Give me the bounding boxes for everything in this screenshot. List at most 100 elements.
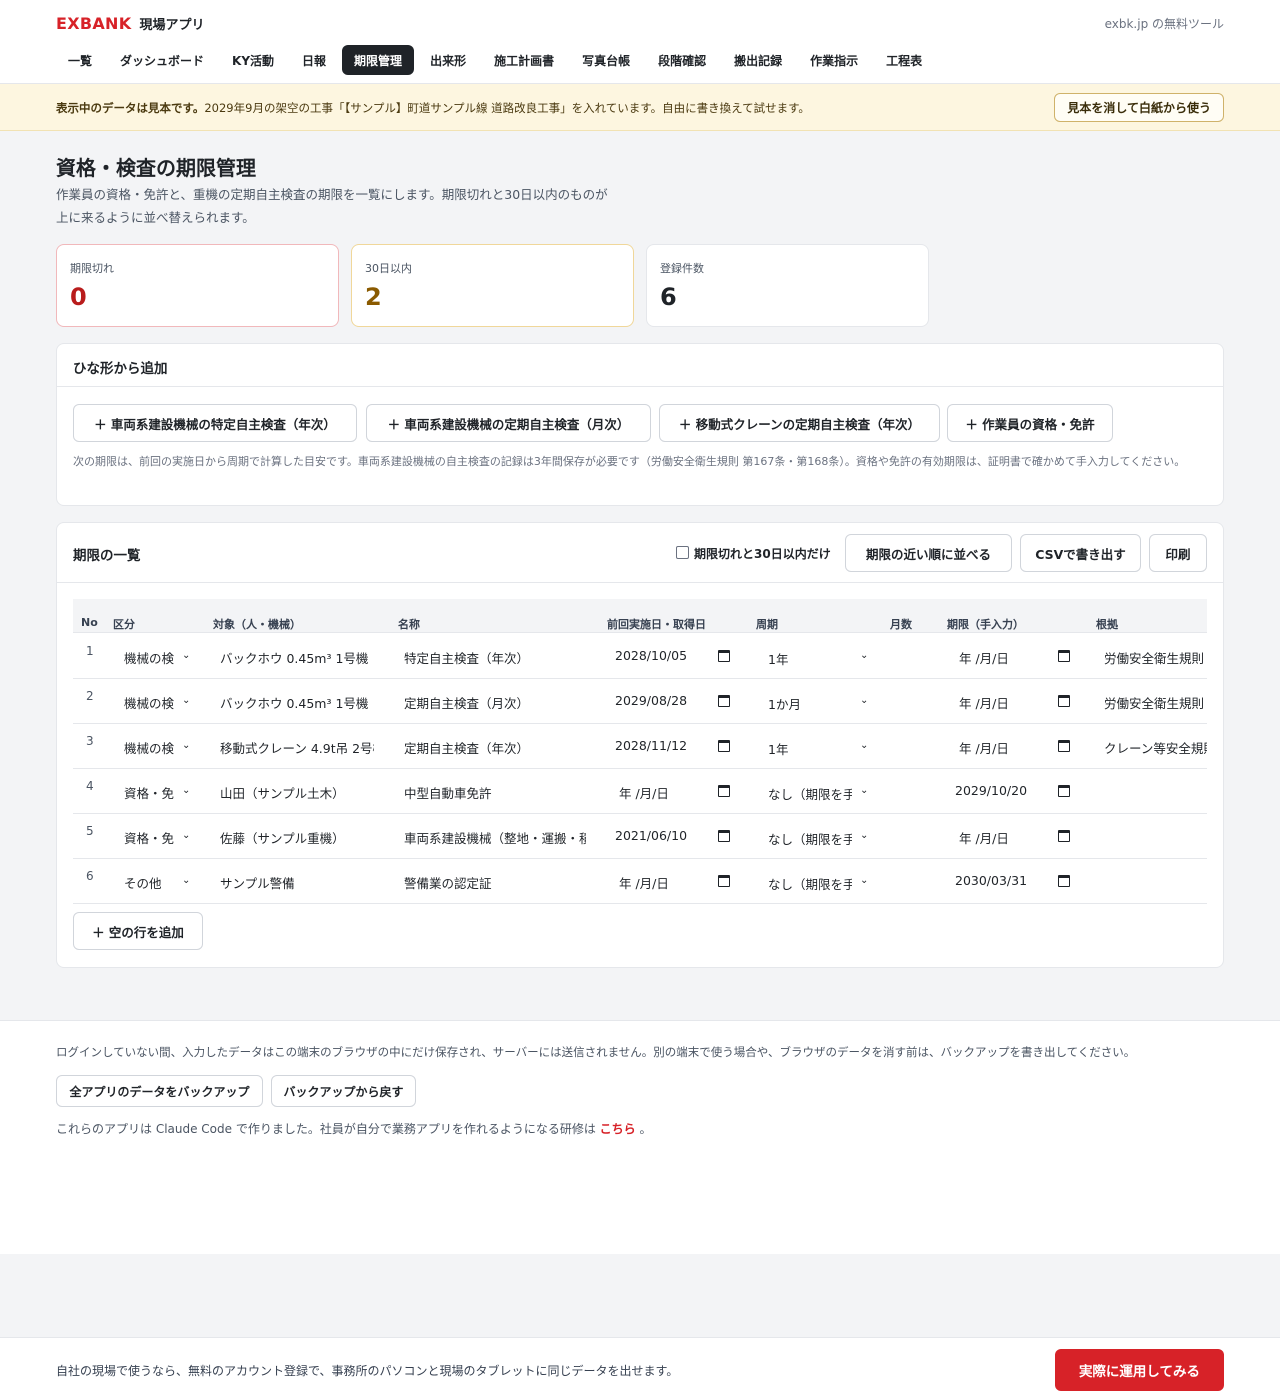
nav-item[interactable]: KY活動 [220, 45, 286, 75]
print-button[interactable]: 印刷 [1149, 534, 1207, 572]
deadline-input[interactable]: 年 /月/日 [959, 738, 1049, 757]
category-select[interactable]: 機械の検査 [124, 693, 174, 712]
name-input[interactable]: 定期自主検査（年次） [404, 738, 586, 757]
backup-button[interactable]: 全アプリのデータをバックアップ [56, 1075, 263, 1107]
nav-item[interactable]: 施工計画書 [482, 45, 566, 75]
templates-header: ひな形から追加 [57, 344, 1223, 387]
cycle-select[interactable]: なし（期限を手入力） [768, 784, 852, 803]
nav-item[interactable]: 一覧 [56, 45, 104, 75]
row-number: 6 [86, 869, 94, 883]
name-input[interactable]: 定期自主検査（月次） [404, 693, 586, 712]
deadline-input[interactable]: 年 /月/日 [959, 828, 1049, 847]
footer: ログインしていない間、入力したデータはこの端末のブラウザの中にだけ保存され、サー… [0, 1020, 1280, 1254]
external-link[interactable]: exbk.jp の無料ツール [1105, 15, 1224, 32]
target-input[interactable]: 佐藤（サンプル重機） [220, 828, 374, 847]
col-name: 名称 [398, 618, 420, 631]
csv-export-button[interactable]: CSVで書き出す [1020, 534, 1141, 572]
brand-name: 現場アプリ [139, 18, 205, 33]
deadline-input[interactable]: 2029/10/20 [955, 783, 1045, 798]
calendar-icon[interactable] [1058, 875, 1070, 887]
target-input[interactable]: 山田（サンプル土木） [220, 783, 374, 802]
calendar-icon[interactable] [1058, 650, 1070, 662]
sort-button[interactable]: 期限の近い順に並べる [845, 534, 1012, 572]
calendar-icon[interactable] [718, 650, 730, 662]
nav-item[interactable]: 日報 [290, 45, 338, 75]
made-text: これらのアプリは Claude Code で作りました。社員が自分で業務アプリを… [56, 1122, 596, 1136]
col-category: 区分 [113, 618, 135, 631]
category-select[interactable]: 機械の検査 [124, 648, 174, 667]
calendar-icon[interactable] [1058, 785, 1070, 797]
chevron-down-icon: ⌄ [182, 830, 191, 841]
banner-text: 表示中のデータは見本です。2029年9月の架空の工事「【サンプル】町道サンプル線… [56, 100, 810, 116]
row-divider [73, 723, 1207, 724]
filter-label[interactable]: 期限切れと30日以内だけ [694, 545, 831, 562]
chevron-down-icon: ⌄ [860, 695, 869, 706]
templates-title: ひな形から追加 [73, 361, 168, 377]
cycle-select[interactable]: なし（期限を手入力） [768, 829, 852, 848]
last-date-input[interactable]: 2028/11/12 [615, 738, 705, 753]
calendar-icon[interactable] [718, 830, 730, 842]
calendar-icon[interactable] [718, 785, 730, 797]
clear-sample-button[interactable]: 見本を消して白紙から使う [1054, 93, 1224, 122]
category-select[interactable]: 機械の検査 [124, 738, 174, 757]
template-crane-button[interactable]: ＋ 移動式クレーンの定期自主検査（年次） [659, 404, 940, 442]
nav-item[interactable]: 段階確認 [646, 45, 718, 75]
nav-item[interactable]: ダッシュボード [108, 45, 216, 75]
cycle-select[interactable]: 1か月 [768, 694, 852, 713]
category-select[interactable]: 資格・免許 [124, 783, 174, 802]
cycle-select[interactable]: 1年 [768, 649, 852, 668]
cycle-select[interactable]: 1年 [768, 739, 852, 758]
last-date-input[interactable]: 2021/06/10 [615, 828, 705, 843]
chevron-down-icon: ⌄ [860, 740, 869, 751]
nav-item[interactable]: 期限管理 [342, 45, 415, 75]
basis-input[interactable]: 労働安全衛生規則 [1104, 648, 1207, 667]
banner-bold: 表示中のデータは見本です。 [56, 101, 205, 115]
nav-item[interactable]: 工程表 [874, 45, 934, 75]
category-select[interactable]: その他 [124, 873, 174, 892]
target-input[interactable]: サンプル警備 [220, 873, 374, 892]
row-divider [73, 813, 1207, 814]
calendar-icon[interactable] [718, 740, 730, 752]
cycle-select[interactable]: なし（期限を手入力） [768, 874, 852, 893]
calendar-icon[interactable] [1058, 740, 1070, 752]
filter-checkbox[interactable] [676, 546, 689, 559]
nav-item[interactable]: 写真台帳 [570, 45, 642, 75]
template-annual-specific-button[interactable]: ＋ 車両系建設機械の特定自主検査（年次） [73, 404, 357, 442]
restore-button[interactable]: バックアップから戻す [271, 1075, 416, 1107]
calendar-icon[interactable] [718, 695, 730, 707]
calendar-icon[interactable] [1058, 695, 1070, 707]
name-input[interactable]: 特定自主検査（年次） [404, 648, 586, 667]
col-cycle: 周期 [756, 618, 778, 631]
last-date-input[interactable]: 2028/10/05 [615, 648, 705, 663]
target-input[interactable]: バックホウ 0.45m³ 1号機 [220, 648, 374, 667]
deadline-input[interactable]: 年 /月/日 [959, 693, 1049, 712]
nav-item[interactable]: 出来形 [418, 45, 478, 75]
template-license-button[interactable]: ＋ 作業員の資格・免許 [947, 404, 1113, 442]
basis-input[interactable]: クレーン等安全規則 [1104, 738, 1207, 757]
last-date-input[interactable]: 年 /月/日 [619, 873, 709, 892]
calendar-icon[interactable] [718, 875, 730, 887]
nav-item[interactable]: 作業指示 [798, 45, 870, 75]
last-date-input[interactable]: 年 /月/日 [619, 783, 709, 802]
nav-item[interactable]: 搬出記録 [722, 45, 794, 75]
target-input[interactable]: 移動式クレーン 4.9t吊 2号機 [220, 738, 374, 757]
deadline-input[interactable]: 2030/03/31 [955, 873, 1045, 888]
training-link[interactable]: こちら [600, 1122, 636, 1136]
target-input[interactable]: バックホウ 0.45m³ 1号機 [220, 693, 374, 712]
calendar-icon[interactable] [1058, 830, 1070, 842]
name-input[interactable]: 警備業の認定証 [404, 873, 586, 892]
category-select[interactable]: 資格・免許 [124, 828, 174, 847]
name-input[interactable]: 中型自動車免許 [404, 783, 586, 802]
col-last-date: 前回実施日・取得日 [607, 618, 706, 631]
template-monthly-button[interactable]: ＋ 車両系建設機械の定期自主検査（月次） [366, 404, 651, 442]
basis-input[interactable]: 労働安全衛生規則 [1104, 693, 1207, 712]
row-number: 1 [86, 644, 94, 658]
page-description: 作業員の資格・免許と、重機の定期自主検査の期限を一覧にします。期限切れと30日以… [56, 187, 608, 225]
last-date-input[interactable]: 2029/08/28 [615, 693, 705, 708]
name-input[interactable]: 車両系建設機械（整地・運搬・積込み用） [404, 828, 586, 847]
brand[interactable]: EXBANK 現場アプリ [56, 14, 204, 33]
add-row-button[interactable]: ＋ 空の行を追加 [73, 912, 203, 950]
banner-detail: 2029年9月の架空の工事「【サンプル】町道サンプル線 道路改良工事」を入れてい… [204, 101, 810, 115]
deadline-input[interactable]: 年 /月/日 [959, 648, 1049, 667]
try-it-button[interactable]: 実際に運用してみる [1055, 1349, 1224, 1391]
